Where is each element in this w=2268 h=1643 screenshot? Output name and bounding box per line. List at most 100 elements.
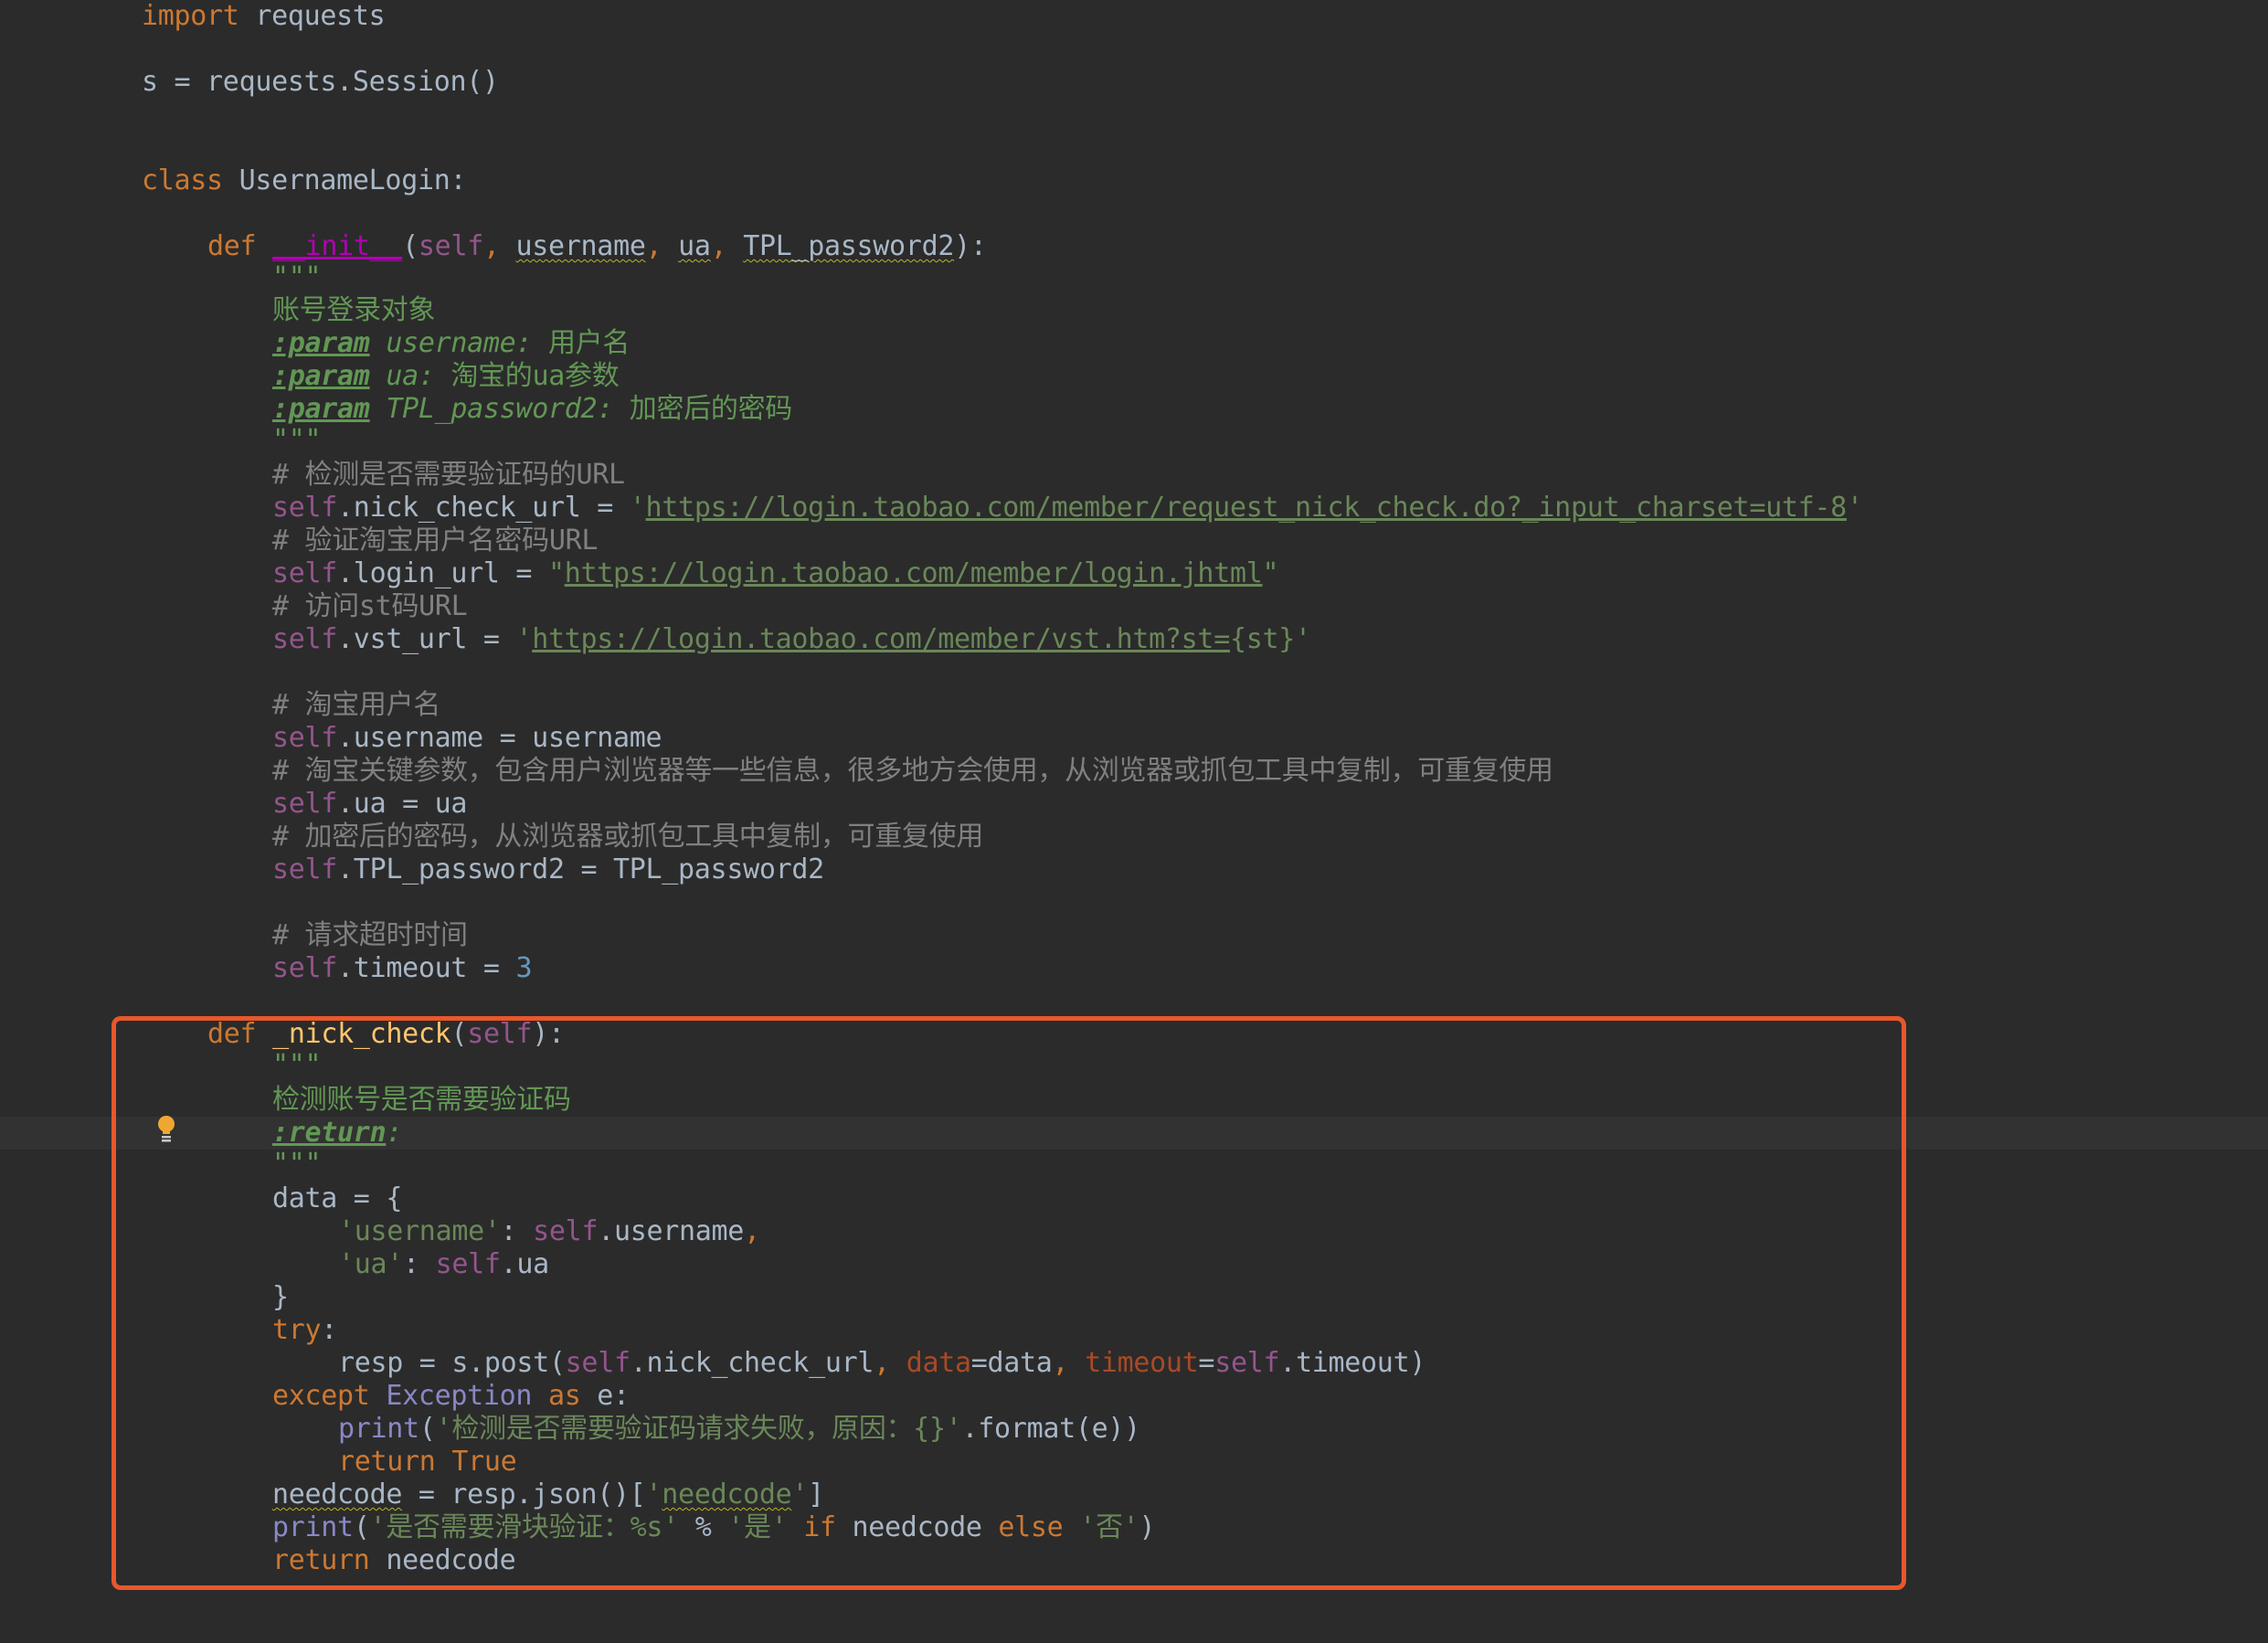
code-line[interactable]: :param username: 用户名 [0, 327, 2268, 360]
code-line-current[interactable]: :return: [0, 1117, 2268, 1150]
code-line[interactable]: self.ua = ua [0, 788, 2268, 821]
variable-needcode: needcode [272, 1479, 403, 1510]
keyword: import [142, 0, 239, 32]
code-text: ] [808, 1479, 824, 1510]
code-line[interactable]: # 请求超时时间 [0, 919, 2268, 952]
self-param: self [467, 1018, 533, 1050]
code-text: data = { [272, 1182, 403, 1214]
docstring: username: [369, 327, 548, 359]
code-line[interactable]: 检测账号是否需要验证码 [0, 1084, 2268, 1117]
comment: # 验证淘宝用户名密码URL [272, 525, 599, 556]
code-line[interactable]: 账号登录对象 [0, 294, 2268, 327]
code-line[interactable]: class UsernameLogin: [0, 164, 2268, 197]
code-line[interactable]: # 淘宝用户名 [0, 689, 2268, 722]
code-line[interactable]: self.username = username [0, 722, 2268, 755]
string-quote: ' [629, 492, 646, 524]
code-line[interactable]: # 淘宝关键参数，包含用户浏览器等一些信息，很多地方会使用，从浏览器或抓包工具中… [0, 755, 2268, 788]
url-link[interactable]: https://login.taobao.com/member/request_… [646, 492, 1848, 524]
code-text: : [403, 1248, 436, 1280]
code-line[interactable]: import requests [0, 0, 2268, 33]
docstring: """ [272, 261, 322, 293]
string-quote: ' [645, 1479, 662, 1510]
code-line[interactable]: """ [0, 424, 2268, 457]
code-line[interactable]: needcode = resp.json()['needcode'] [0, 1479, 2268, 1511]
code-line[interactable]: return needcode [0, 1544, 2268, 1577]
paren: ): [532, 1018, 565, 1050]
paren: ( [402, 230, 419, 262]
docstring: 加密后的密码 [629, 393, 793, 425]
doc-tag: :param [272, 327, 370, 359]
code-line[interactable]: try: [0, 1314, 2268, 1347]
keyword: class [142, 164, 223, 196]
code-line[interactable]: self.vst_url = 'https://login.taobao.com… [0, 623, 2268, 656]
code-line[interactable]: # 检测是否需要验证码的URL [0, 459, 2268, 492]
url-link[interactable]: https://login.taobao.com/member/login.jh… [565, 557, 1263, 589]
code-line[interactable]: print('是否需要滑块验证：%s' % '是' if needcode el… [0, 1511, 2268, 1544]
lightbulb-icon[interactable] [155, 1114, 177, 1147]
code-line[interactable]: """ [0, 1148, 2268, 1181]
comment: # 加密后的密码，从浏览器或抓包工具中复制，可重复使用 [272, 821, 984, 853]
code-line[interactable]: def _nick_check(self): [0, 1018, 2268, 1051]
code-text: .ua [500, 1248, 550, 1280]
string: needcode [662, 1479, 792, 1510]
keyword: return True [338, 1446, 517, 1478]
code-line[interactable]: """ [0, 1049, 2268, 1082]
self-keyword: self [272, 557, 338, 589]
string-quote: ' [515, 623, 533, 655]
code-editor[interactable]: import requests s = requests.Session() c… [0, 0, 2268, 1612]
keyword: if [803, 1511, 836, 1543]
comma: , [645, 230, 679, 262]
code-line[interactable]: resp = s.post(self.nick_check_url, data=… [0, 1347, 2268, 1380]
code-line[interactable]: :param TPL_password2: 加密后的密码 [0, 393, 2268, 426]
code-line[interactable]: self.nick_check_url = 'https://login.tao… [0, 492, 2268, 525]
code-text: s = requests.Session() [142, 66, 499, 98]
code-line[interactable]: print('检测是否需要验证码请求失败，原因：{}'.format(e)) [0, 1413, 2268, 1446]
code-line[interactable]: # 访问st码URL [0, 590, 2268, 623]
code-text: .timeout) [1279, 1347, 1426, 1379]
code-line[interactable]: self.TPL_password2 = TPL_password2 [0, 853, 2268, 886]
string: 'username' [338, 1215, 501, 1247]
comma: , [710, 230, 744, 262]
code-line[interactable]: return True [0, 1446, 2268, 1479]
builtin-function: print [338, 1413, 419, 1445]
code-line[interactable]: self.login_url = "https://login.taobao.c… [0, 557, 2268, 590]
code-line[interactable]: except Exception as e: [0, 1380, 2268, 1413]
code-text: .username = username [337, 722, 662, 754]
code-text: = resp.json()[ [402, 1479, 646, 1510]
comment: # 检测是否需要验证码的URL [272, 459, 625, 491]
self-keyword: self [272, 722, 338, 754]
code-line[interactable]: # 验证淘宝用户名密码URL [0, 525, 2268, 557]
code-text: .nick_check_url = [337, 492, 630, 524]
self-keyword: self [272, 853, 338, 885]
self-keyword: self [533, 1215, 599, 1247]
comma: , [874, 1347, 906, 1379]
code-text: requests [238, 0, 386, 32]
code-line[interactable]: 'username': self.username, [0, 1215, 2268, 1248]
code-line[interactable]: """ [0, 261, 2268, 294]
code-line[interactable]: } [0, 1281, 2268, 1314]
comma: , [744, 1215, 760, 1247]
self-keyword: self [272, 623, 338, 655]
code-line[interactable]: # 加密后的密码，从浏览器或抓包工具中复制，可重复使用 [0, 821, 2268, 853]
self-keyword: self [565, 1347, 631, 1379]
keyword: else [998, 1511, 1064, 1543]
code-line[interactable]: self.timeout = 3 [0, 952, 2268, 985]
code-line[interactable]: s = requests.Session() [0, 66, 2268, 99]
doc-tag: :param [272, 360, 370, 392]
param-username: username [515, 230, 646, 262]
code-text: .nick_check_url [630, 1347, 874, 1379]
code-text: needcode [835, 1511, 999, 1543]
code-text: needcode [369, 1544, 516, 1576]
url-link[interactable]: https://login.taobao.com/member/vst.htm?… [532, 623, 1230, 655]
code-text: .login_url = [337, 557, 548, 589]
paren: ( [450, 1018, 468, 1050]
self-keyword: self [1214, 1347, 1280, 1379]
code-line[interactable]: data = { [0, 1182, 2268, 1215]
code-line[interactable]: 'ua': self.ua [0, 1248, 2268, 1281]
code-line[interactable]: :param ua: 淘宝的ua参数 [0, 360, 2268, 393]
keyword: except [272, 1380, 370, 1412]
number: 3 [515, 952, 533, 984]
keyword-argument: timeout [1085, 1347, 1199, 1379]
code-line[interactable]: def __init__(self, username, ua, TPL_pas… [0, 230, 2268, 263]
